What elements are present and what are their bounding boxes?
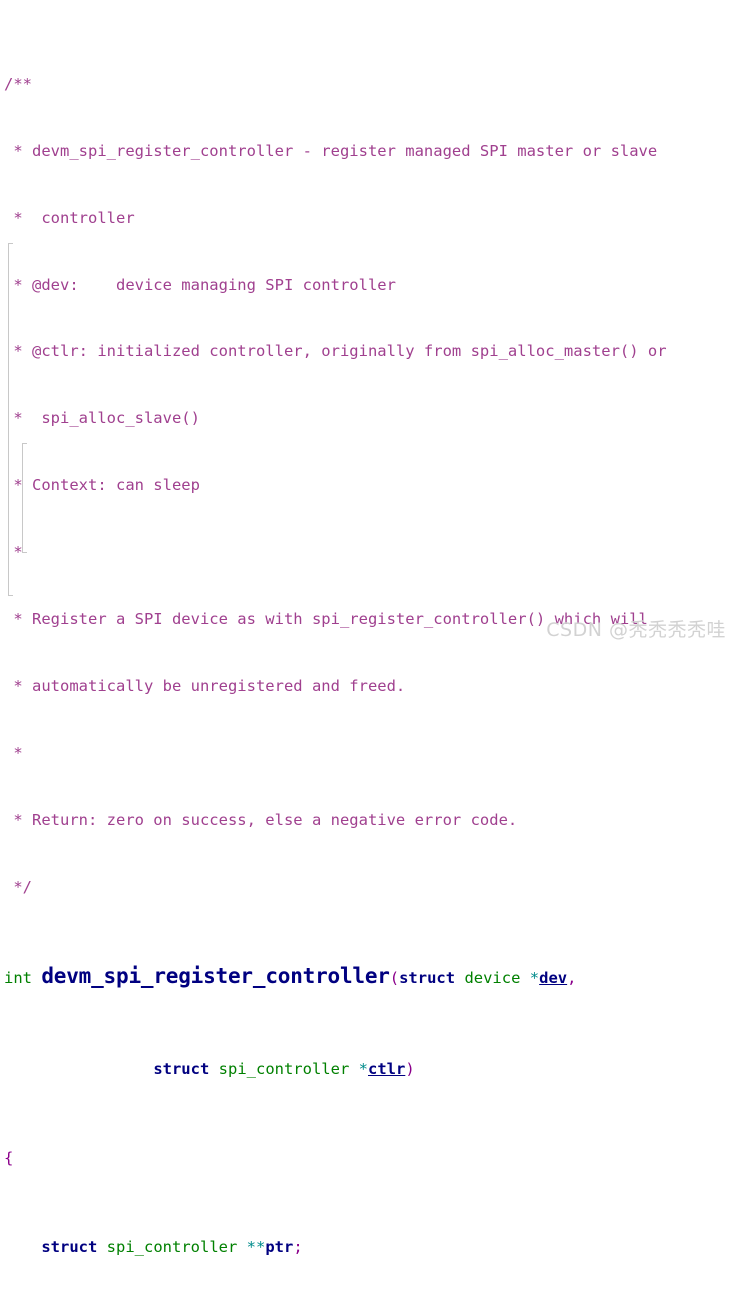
code-line: * controller (0, 207, 734, 229)
param1-name[interactable]: dev (539, 969, 567, 987)
code-line: */ (0, 876, 734, 898)
code-line: { (0, 1147, 734, 1169)
code-line: * @dev: device managing SPI controller (0, 274, 734, 296)
comment-open: /** (4, 74, 32, 93)
code-line: /** (0, 73, 734, 95)
code-line: * (0, 541, 734, 563)
decl1-semi: ; (293, 1238, 303, 1257)
code-line: * devm_spi_register_controller - registe… (0, 140, 734, 162)
code-line: * Context: can sleep (0, 474, 734, 496)
code-line: struct spi_controller **ptr; (0, 1236, 734, 1258)
decl1-name: ptr (265, 1238, 294, 1257)
code-lines: /** * devm_spi_register_controller - reg… (0, 0, 734, 1300)
param1-type: device (464, 968, 521, 987)
function-brace-open: { (4, 1148, 14, 1167)
watermark: CSDN @秃秃秃秃哇 (546, 619, 726, 641)
code-line-signature: int devm_spi_register_controller(struct … (0, 965, 734, 991)
param2-star: * (358, 1059, 368, 1078)
comment-desc-2: * automatically be unregistered and free… (4, 676, 406, 695)
param2-name[interactable]: ctlr (368, 1060, 405, 1078)
signature-open-paren: ( (389, 968, 400, 987)
comment-blank-2: * (4, 743, 23, 762)
code-line: * (0, 742, 734, 764)
comment-close: */ (4, 877, 32, 896)
param1-star: * (529, 968, 540, 987)
decl1-type: spi_controller (106, 1238, 238, 1257)
comment-param-ctlr: * @ctlr: initialized controller, origina… (4, 342, 667, 361)
param1-keyword: struct (399, 968, 456, 987)
comment-context: * Context: can sleep (4, 476, 200, 495)
signature-return-type: int (4, 968, 32, 987)
comment-summary: * devm_spi_register_controller - registe… (4, 141, 658, 160)
comment-blank-1: * (4, 543, 23, 562)
comment-summary-cont: * controller (4, 208, 135, 227)
signature-function-name[interactable]: devm_spi_register_controller (41, 964, 390, 988)
decl1-keyword: struct (41, 1238, 98, 1257)
decl1-stars: ** (246, 1238, 266, 1257)
param1-comma: , (567, 968, 577, 987)
code-viewer[interactable]: /** * devm_spi_register_controller - reg… (0, 0, 734, 1256)
code-line: * @ctlr: initialized controller, origina… (0, 340, 734, 362)
comment-param-ctlr-cont: * spi_alloc_slave() (4, 409, 200, 428)
param2-keyword: struct (153, 1059, 210, 1078)
comment-return: * Return: zero on success, else a negati… (4, 810, 518, 829)
signature-close-paren: ) (405, 1059, 415, 1078)
param2-type: spi_controller (218, 1059, 350, 1078)
code-line: * spi_alloc_slave() (0, 407, 734, 429)
code-line: * Return: zero on success, else a negati… (0, 809, 734, 831)
code-line-signature-cont: struct spi_controller *ctlr) (0, 1058, 734, 1080)
comment-param-dev: * @dev: device managing SPI controller (4, 275, 396, 294)
code-line: * automatically be unregistered and free… (0, 675, 734, 697)
